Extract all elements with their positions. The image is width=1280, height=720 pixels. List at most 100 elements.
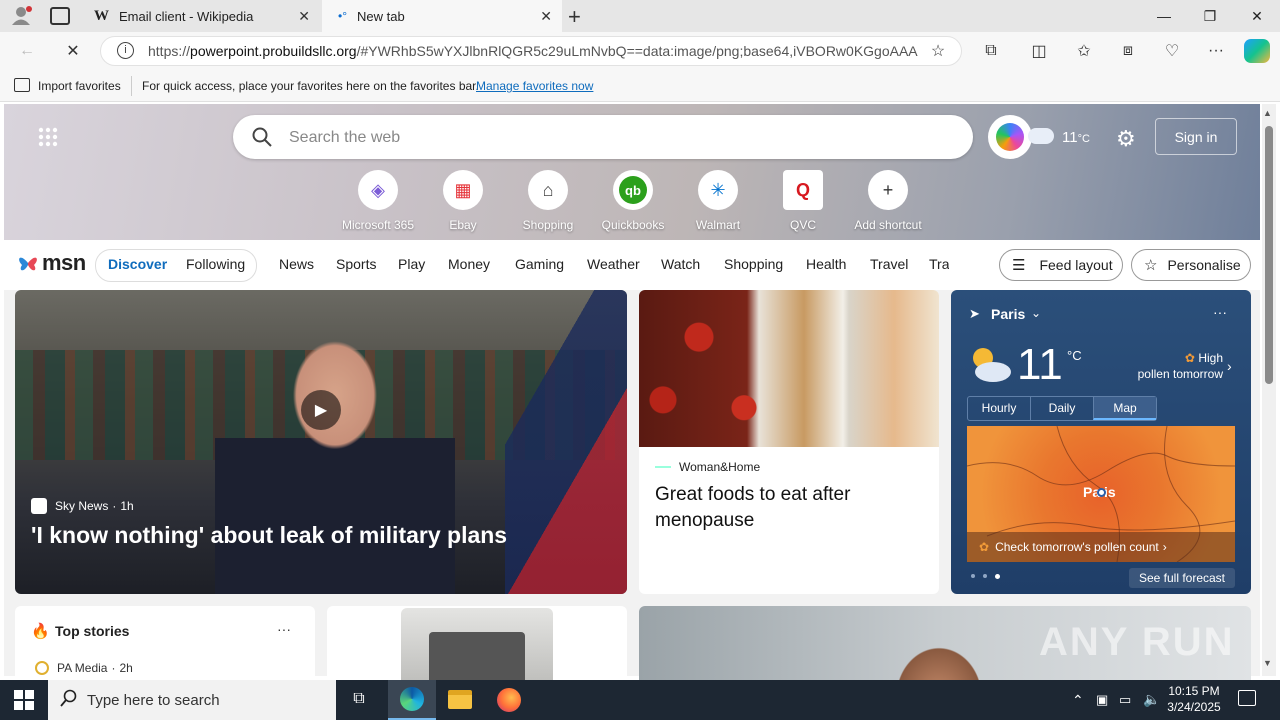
import-favorites-button[interactable]: Import favorites [38, 79, 121, 93]
tab-wikipedia[interactable]: W Email client - Wikipedia ✕ [84, 0, 320, 32]
scroll-down-icon[interactable]: ▼ [1263, 658, 1272, 668]
meet-now-icon[interactable]: ▣ [1096, 692, 1108, 708]
favorites-icon[interactable]: ✩ [1069, 36, 1099, 66]
manage-favorites-link[interactable]: Manage favorites now [476, 79, 593, 93]
feed-layout-button[interactable]: ☰ Feed layout [999, 249, 1123, 281]
carousel-dot[interactable] [983, 574, 987, 578]
volume-icon[interactable]: 🔈 [1143, 691, 1160, 708]
nav-shopping[interactable]: Shopping [724, 256, 783, 272]
msn-logo[interactable]: msn [16, 250, 86, 276]
back-icon[interactable]: ← [12, 36, 42, 66]
favorite-star-icon[interactable]: ☆ [923, 36, 953, 66]
split-screen-icon[interactable]: ◫ [1024, 36, 1054, 66]
scroll-up-icon[interactable]: ▲ [1263, 108, 1272, 118]
close-tab-icon[interactable]: ✕ [540, 8, 552, 25]
edge-taskbar-icon[interactable] [388, 680, 436, 720]
story-source: PA Media [57, 661, 108, 675]
weather-temp[interactable]: 11°C [1062, 129, 1090, 146]
quick-link-walmart[interactable]: ✳ Walmart [678, 170, 758, 232]
search-input-placeholder[interactable]: Search the web [289, 129, 400, 147]
pollen-map[interactable]: Pa is ✿ Check tomorrow's pollen count › [967, 426, 1235, 562]
nav-sports[interactable]: Sports [336, 256, 376, 272]
quick-link-quickbooks[interactable]: qb Quickbooks [593, 170, 673, 232]
see-full-forecast-button[interactable]: See full forecast [1129, 568, 1235, 588]
firefox-icon[interactable] [497, 688, 521, 712]
tab-map[interactable]: Map [1093, 397, 1156, 420]
rewards-avatar-icon[interactable] [988, 115, 1032, 159]
settings-gear-icon[interactable]: ⚙ [1116, 126, 1136, 152]
nav-news[interactable]: News [279, 256, 314, 272]
clock[interactable]: 10:15 PM 3/24/2025 [1164, 683, 1224, 715]
extensions-icon[interactable]: ⧉ [976, 36, 1006, 66]
copilot-icon[interactable] [1244, 39, 1270, 63]
chevron-down-icon[interactable]: ⌄ [1031, 306, 1041, 320]
personalise-button[interactable]: ☆ Personalise [1131, 249, 1251, 281]
site-info-icon[interactable]: i [117, 42, 134, 59]
nav-health[interactable]: Health [806, 256, 846, 272]
browser-essentials-icon[interactable]: ♡ [1157, 36, 1187, 66]
main-story-card[interactable]: ▶ Sky News · 1h 'I know nothing' about l… [15, 290, 627, 594]
nav-watch[interactable]: Watch [661, 256, 700, 272]
windows-start-icon[interactable] [14, 690, 34, 715]
close-window-icon[interactable]: ✕ [1234, 0, 1280, 32]
task-view-icon[interactable]: ⧉ [348, 690, 370, 710]
story-headline[interactable]: Great foods to eat after menopause [655, 482, 923, 534]
import-favorites-icon[interactable] [14, 78, 30, 92]
sign-in-button[interactable]: Sign in [1155, 118, 1237, 155]
tab-actions-icon[interactable] [50, 7, 70, 25]
tab-new-tab[interactable]: •° New tab ✕ [322, 0, 562, 32]
carousel-dot[interactable] [971, 574, 975, 578]
chevron-right-icon[interactable]: › [1227, 358, 1232, 374]
restore-icon[interactable]: ❐ [1187, 0, 1233, 32]
top-stories-title: Top stories [55, 623, 130, 639]
quick-link-shopping[interactable]: ⌂ Shopping [508, 170, 588, 232]
tab-title: New tab [357, 8, 405, 24]
pa-media-logo-icon [35, 661, 49, 675]
story-headline[interactable]: 'I know nothing' about leak of military … [31, 522, 507, 549]
more-menu-icon[interactable]: ··· [1201, 36, 1231, 66]
play-icon[interactable]: ▶ [301, 390, 341, 430]
pollen-link-bar[interactable]: ✿ Check tomorrow's pollen count › [967, 532, 1235, 562]
sliders-icon: ☰ [1012, 257, 1026, 274]
collections-icon[interactable]: ⧈ [1113, 36, 1143, 66]
nav-play[interactable]: Play [398, 256, 425, 272]
minimize-icon[interactable]: — [1141, 0, 1187, 32]
scrollbar-thumb[interactable] [1265, 126, 1273, 384]
file-explorer-icon[interactable] [448, 690, 472, 709]
nav-money[interactable]: Money [448, 256, 490, 272]
more-options-icon[interactable]: ··· [277, 621, 291, 637]
url-text[interactable]: https://powerpoint.probuildsllc.org/#YWR… [148, 43, 918, 59]
portrait-image [859, 626, 1019, 686]
weather-city[interactable]: Paris [991, 306, 1025, 322]
quick-link-add-shortcut[interactable]: + Add shortcut [848, 170, 928, 232]
stop-loading-icon[interactable]: ✕ [58, 36, 88, 66]
new-tab-icon[interactable]: + [568, 4, 581, 30]
switch-story-card[interactable] [327, 606, 627, 686]
carousel-dot[interactable] [995, 574, 1000, 579]
tray-chevron-icon[interactable]: ⌃ [1072, 692, 1084, 709]
profile-icon[interactable] [10, 6, 32, 26]
more-options-icon[interactable]: ··· [1213, 304, 1227, 320]
food-story-card[interactable]: Woman&Home Great foods to eat after meno… [639, 290, 939, 594]
app-launcher-icon[interactable] [38, 127, 58, 147]
nav-travel[interactable]: Travel [870, 256, 908, 272]
network-icon[interactable]: ▭ [1119, 692, 1131, 708]
nav-weather[interactable]: Weather [587, 256, 640, 272]
quick-link-ebay[interactable]: ▦ Ebay [423, 170, 503, 232]
tab-following[interactable]: Following [186, 256, 245, 272]
weather-card[interactable]: ➤ Paris ⌄ ··· 11 °C ✿ High pollen tomorr… [951, 290, 1251, 594]
nav-tra[interactable]: Tra [929, 256, 949, 272]
tab-discover[interactable]: Discover [108, 256, 167, 272]
top-stories-card[interactable]: 🔥 Top stories ··· PA Media · 2h [15, 606, 315, 686]
tab-daily[interactable]: Daily [1030, 397, 1093, 420]
nav-gaming[interactable]: Gaming [515, 256, 564, 272]
portrait-story-card[interactable]: ANY RUN [639, 606, 1251, 686]
tab-hourly[interactable]: Hourly [968, 397, 1030, 420]
quick-link-qvc[interactable]: Q QVC [763, 170, 843, 232]
taskbar-search-box[interactable]: Type here to search [48, 680, 336, 720]
notifications-icon[interactable] [1238, 690, 1256, 706]
quick-link-microsoft-365[interactable]: ◈ Microsoft 365 [338, 170, 418, 232]
carousel-dots[interactable] [971, 574, 1000, 579]
pollen-info[interactable]: ✿ High pollen tomorrow [1111, 350, 1223, 382]
close-tab-icon[interactable]: ✕ [298, 8, 310, 25]
